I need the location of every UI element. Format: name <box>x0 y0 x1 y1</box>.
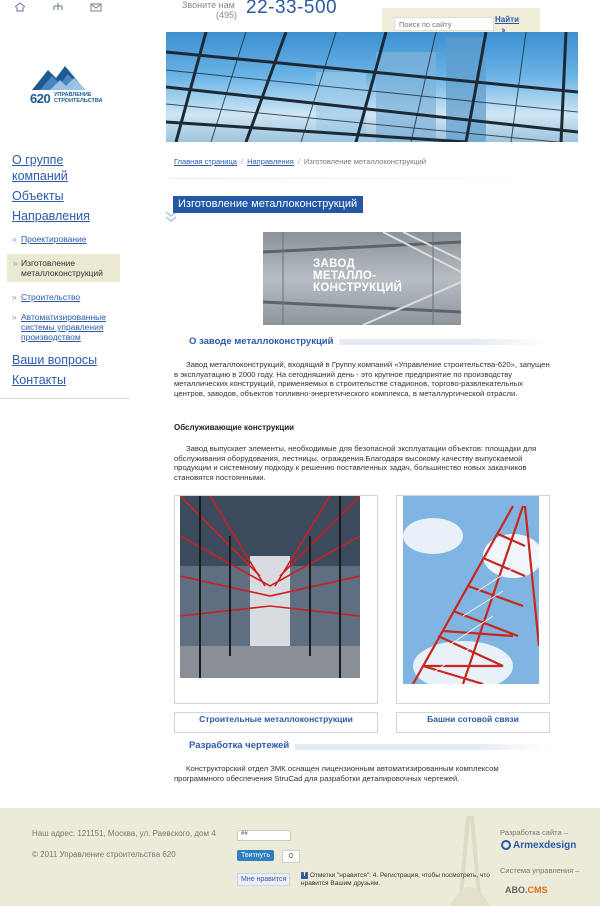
nav-item-contacts[interactable]: Контакты <box>0 372 130 388</box>
photo-frame-tower <box>396 495 550 704</box>
footer-dev-name: Armexdesign <box>513 840 577 851</box>
top-icons <box>14 2 106 12</box>
phone-number: 22-33-500 <box>246 0 338 18</box>
footer-tower-silhouette-icon <box>450 816 490 906</box>
subsection-text-body: Завод выпускает элементы, необходимые дл… <box>174 444 537 482</box>
fb-like-button[interactable]: Мне нравится <box>237 873 291 886</box>
home-icon[interactable] <box>14 2 30 12</box>
plant-banner: ЗАВОД МЕТАЛЛО- КОНСТРУКЦИЙ <box>263 232 461 325</box>
logo-number: 620 <box>30 91 51 106</box>
tweet-count: 0 <box>282 850 300 863</box>
footer-cms-label: Система управления – <box>500 866 580 875</box>
nav-subitem-metal[interactable]: Изготовление металлоконструкций <box>7 254 120 282</box>
phone-code: (495) <box>216 10 238 20</box>
section2-text: Конструкторский отдел ЗМК оснащен лиценз… <box>174 764 550 783</box>
breadcrumb-divider <box>170 178 550 179</box>
breadcrumb-current: Изготовление металлоконструкций <box>303 157 427 166</box>
fb-like-text: f Отметки "нравится": 4. Регистрация, чт… <box>301 872 511 888</box>
plant-text-line1: ЗАВОД <box>313 258 356 270</box>
caption-link-towers[interactable]: Башни сотовой связи <box>427 714 519 724</box>
sitemap-icon[interactable] <box>52 2 68 12</box>
footer-dev-label: Разработка сайта – <box>500 828 568 837</box>
hero-banner <box>166 32 578 142</box>
caption-box-2: Башни сотовой связи <box>396 712 550 733</box>
footer-counter[interactable]: ## <box>237 830 291 841</box>
search-button[interactable]: Найти <box>495 15 519 24</box>
armex-logo-icon <box>501 840 511 851</box>
breadcrumb-directions[interactable]: Направления <box>247 157 294 166</box>
section1-text-body: Завод металлоконструкций, входящий в Гру… <box>174 360 550 398</box>
hall-photo[interactable] <box>180 496 360 678</box>
search-input[interactable] <box>394 17 494 31</box>
tweet-button[interactable]: Твитнуть <box>237 850 275 861</box>
subsection-title: Обслуживающие конструкции <box>174 423 295 432</box>
section1-text: Завод металлоконструкций, входящий в Гру… <box>174 360 550 398</box>
section2-title: Разработка чертежей <box>183 740 296 751</box>
section1-title: О заводе металлоконструкций <box>183 336 340 347</box>
facebook-icon: f <box>301 872 308 879</box>
page-title: Изготовление металлоконструкций <box>173 196 364 213</box>
logo-text: УПРАВЛЕНИЕ СТРОИТЕЛЬСТВА <box>54 92 103 104</box>
cms-name-a: ABO. <box>505 885 528 895</box>
footer-copyright: © 2011 Управление строительства 620 <box>32 850 176 859</box>
phone-label: Звоните нам (495) <box>182 0 237 20</box>
hero-glass-roof-image <box>166 32 578 142</box>
plant-text-line2: МЕТАЛЛО- <box>313 270 377 282</box>
footer: Наш адрес: 121151, Москва, ул. Раевского… <box>0 808 600 906</box>
nav-item-questions[interactable]: Ваши вопросы <box>0 352 130 368</box>
tower-photo[interactable] <box>403 496 539 684</box>
caption-link-metal[interactable]: Строительные металлоконструкции <box>199 714 353 724</box>
logo-mountains-icon <box>32 66 86 90</box>
company-logo[interactable]: 620 УПРАВЛЕНИЕ СТРОИТЕЛЬСТВА <box>30 62 110 106</box>
footer-dev-link[interactable]: Armexdesign <box>501 840 576 851</box>
nav-item-directions[interactable]: Направления <box>0 208 130 224</box>
mail-icon[interactable] <box>90 2 106 12</box>
fb-like-text-body: Отметки "нравится": 4. Регистрация, чтоб… <box>301 872 490 888</box>
subsection-text: Завод выпускает элементы, необходимые дл… <box>174 444 550 482</box>
logo-line2: СТРОИТЕЛЬСТВА <box>54 98 103 104</box>
nav-subitem-design[interactable]: Проектирование <box>0 234 130 244</box>
plant-text-line3: КОНСТРУКЦИЙ <box>313 282 403 294</box>
footer-address: Наш адрес: 121151, Москва, ул. Раевского… <box>32 829 216 838</box>
cms-name-b: CMS <box>527 885 548 895</box>
plant-text: ЗАВОД МЕТАЛЛО- КОНСТРУКЦИЙ <box>313 258 402 294</box>
nav-item-about[interactable]: О группе компаний <box>0 152 90 184</box>
footer-cms-link[interactable]: ABO.CMS <box>505 885 548 895</box>
phone-label-text: Звоните нам <box>182 0 235 10</box>
nav-subitem-construction[interactable]: Строительство <box>0 292 130 302</box>
section2-text-body: Конструкторский отдел ЗМК оснащен лиценз… <box>174 764 499 783</box>
photo-frame-hall <box>174 495 378 704</box>
sidebar-nav: О группе компаний Объекты Направления Пр… <box>0 152 130 399</box>
nav-item-objects[interactable]: Объекты <box>0 188 130 204</box>
breadcrumb-home[interactable]: Главная страница <box>174 157 237 166</box>
nav-subitem-automation[interactable]: Автоматизированные системы управления пр… <box>0 312 110 342</box>
caption-box-1: Строительные металлоконструкции <box>174 712 378 733</box>
breadcrumb: Главная страница / Направления / Изготовлени… <box>174 157 427 166</box>
